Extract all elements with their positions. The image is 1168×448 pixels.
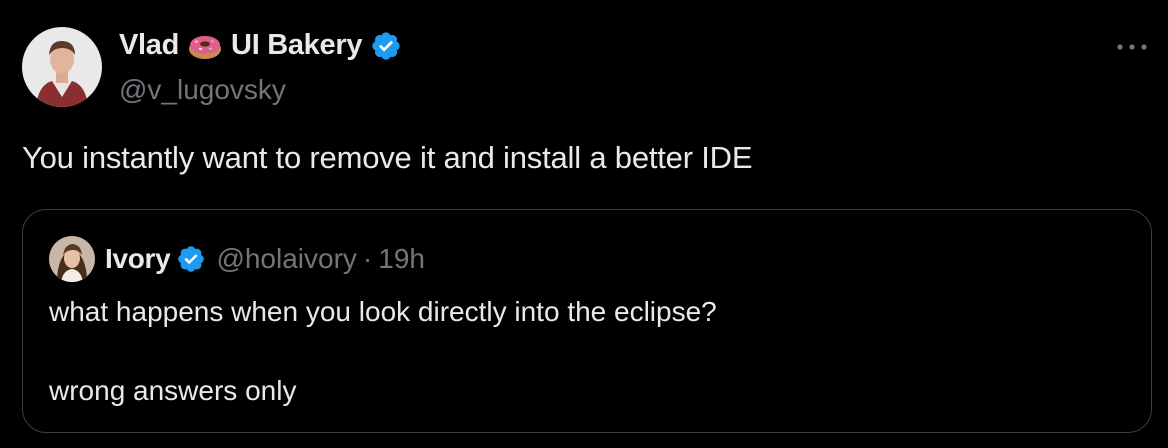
author-avatar-image [22,27,102,107]
quoted-separator: · [362,243,373,274]
verified-badge-icon [370,30,402,62]
author-handle[interactable]: @v_lugovsky [119,74,286,106]
more-dots-icon [1117,44,1147,50]
quoted-tweet-text-line: what happens when you look directly into… [49,296,717,327]
quoted-timestamp[interactable]: 19h [378,243,425,275]
quoted-tweet-card[interactable]: Ivory @holaivory · 19h what happens when… [22,209,1152,433]
author-name-suffix: UI Bakery [231,29,363,61]
author-name-row[interactable]: Vlad UI Bakery [119,29,402,62]
tweet: Vlad UI Bakery @v_lugovsky You instantly… [0,0,1168,448]
quoted-tweet-text-line: wrong answers only [49,375,297,406]
quoted-verified-badge-icon [176,244,206,274]
quoted-author-handle[interactable]: @holaivory [216,243,356,275]
donut-icon [187,31,223,61]
quoted-tweet-header: Ivory @holaivory · 19h [49,236,425,282]
tweet-text: You instantly want to remove it and inst… [22,140,753,175]
author-avatar[interactable] [22,27,102,107]
author-name: Vlad [119,29,180,61]
more-options-button[interactable] [1112,34,1152,60]
quoted-author-avatar-image [49,236,95,282]
quoted-author-name: Ivory [105,243,171,274]
quoted-author-avatar[interactable] [49,236,95,282]
